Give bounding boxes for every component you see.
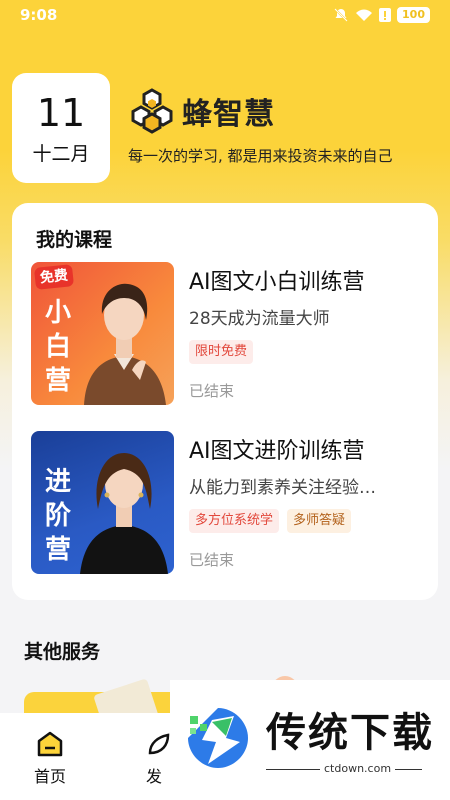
course-status: 已结束	[189, 382, 235, 400]
instructor-photo	[80, 453, 168, 574]
nav-home[interactable]: 首页	[0, 713, 100, 800]
status-bar: 9:08 100	[0, 0, 450, 30]
free-badge: 免费	[33, 264, 75, 290]
course-thumbnail[interactable]: 进阶营	[31, 431, 174, 574]
my-courses-card: 我的课程 免费 小白营 AI图文小白训练营 28天成为流量大师 限时免费 已结束	[12, 203, 438, 600]
watermark-url: ctdown.com	[320, 762, 396, 775]
course-title[interactable]: AI图文小白训练营	[189, 264, 365, 296]
nav-discover-label: 发	[146, 767, 163, 786]
course-tag: 限时免费	[189, 340, 254, 364]
battery-indicator: 100	[397, 7, 430, 23]
course-tags: 多方位系统学 多师答疑	[189, 509, 352, 533]
course-item[interactable]: 免费 小白营 AI图文小白训练营 28天成为流量大师 限时免费 已结束	[31, 262, 431, 407]
brand-logo-icon	[131, 88, 173, 134]
brand: 蜂智慧	[128, 88, 275, 134]
course-item[interactable]: 进阶营 AI图文进阶训练营 从能力到素养关注经验… 多方位系统学 多师答疑 已结…	[31, 431, 431, 576]
thumbnail-label: 小白营	[44, 298, 71, 396]
instructor-photo	[84, 283, 166, 405]
home-icon	[37, 731, 63, 757]
thumbnail-label: 进阶营	[44, 467, 71, 565]
my-courses-title: 我的课程	[36, 229, 113, 251]
course-title[interactable]: AI图文进阶训练营	[189, 433, 365, 465]
watermark: 传统下载 ctdown.com	[170, 680, 450, 800]
status-time: 9:08	[20, 6, 58, 24]
course-subtitle: 从能力到素养关注经验…	[189, 478, 376, 498]
course-subtitle: 28天成为流量大师	[189, 309, 330, 329]
nav-home-label: 首页	[33, 767, 66, 786]
other-services-title: 其他服务	[24, 641, 101, 663]
date-month: 十二月	[32, 142, 90, 165]
course-tag: 多师答疑	[287, 509, 352, 533]
course-tag: 多方位系统学	[189, 509, 280, 533]
mute-icon	[333, 7, 349, 23]
watermark-logo-icon	[188, 708, 248, 768]
status-icons: 100	[333, 7, 430, 23]
alert-icon	[379, 7, 392, 23]
wifi-icon	[355, 8, 373, 22]
date-day: 11	[36, 90, 86, 135]
brand-name: 蜂智慧	[182, 97, 275, 132]
slogan: 每一次的学习, 都是用来投资未来的自己	[128, 147, 393, 165]
course-thumbnail[interactable]: 免费 小白营	[31, 262, 174, 405]
course-tags: 限时免费	[189, 340, 254, 364]
course-status: 已结束	[189, 551, 235, 569]
date-card: 11 十二月	[12, 73, 110, 183]
watermark-text: 传统下载	[266, 710, 434, 756]
